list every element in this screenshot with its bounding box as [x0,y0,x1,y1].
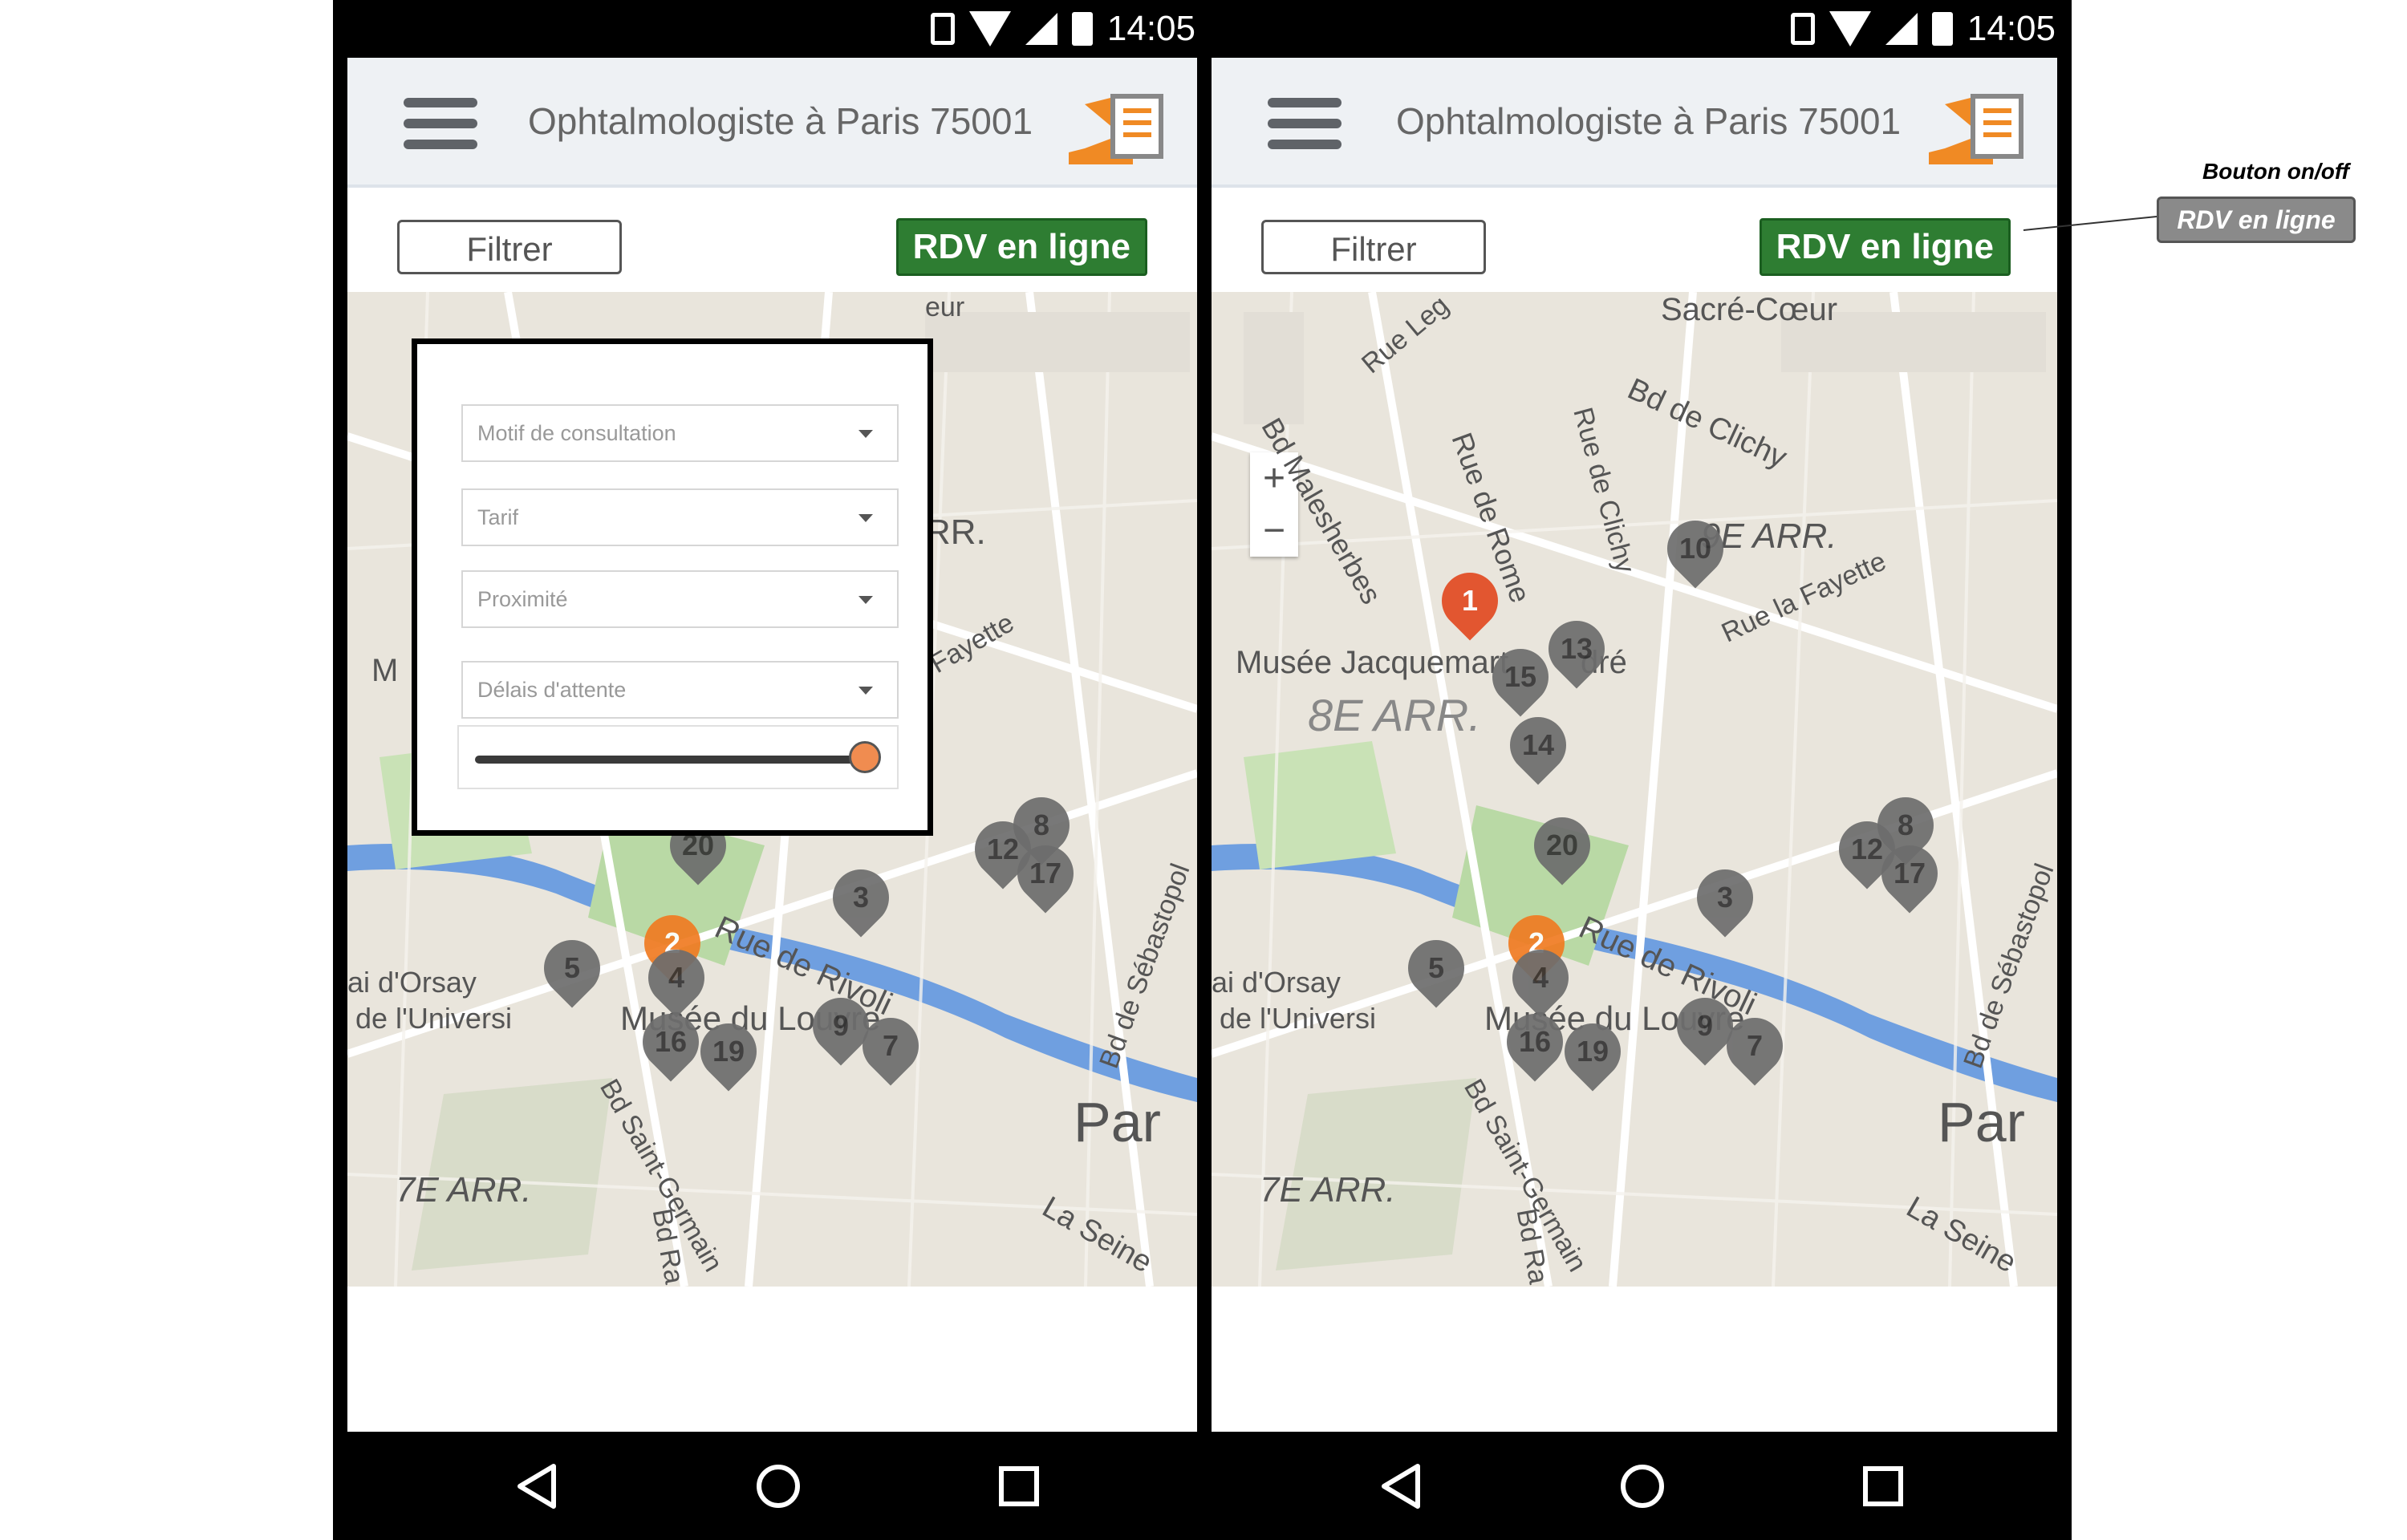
price-select[interactable]: Tarif [461,488,899,546]
waiting-time-slider[interactable] [457,725,899,789]
zoom-out-button[interactable]: − [1250,505,1298,557]
map-label: de l'Universi [355,1002,512,1035]
vibrate-icon [930,13,955,45]
filter-panel: Motif de consultation Tarif Proximité Dé… [412,338,933,836]
slider-thumb[interactable] [849,741,881,773]
map-label: Sacré-Cœur [1661,292,1838,327]
annotation-label: Bouton on/off [2202,159,2349,184]
map-pin[interactable]: 19 [1553,1011,1633,1092]
map-pin[interactable]: 3 [821,857,901,938]
back-icon[interactable] [1378,1462,1426,1510]
map-pin[interactable]: 14 [1498,705,1578,785]
wifi-icon [1829,11,1871,47]
annotation-button-sample: RDV en ligne [2157,197,2356,243]
android-nav-bar [1197,1432,2072,1540]
menu-icon[interactable] [1268,98,1342,149]
map-view[interactable]: + − Sacré-Cœur Rue Leg Bd de Clichy Rue … [1212,292,2057,1287]
recents-icon[interactable] [995,1462,1043,1510]
map-pin[interactable]: 17 [1005,833,1086,914]
map-label: de l'Universi [1220,1002,1376,1035]
signal-icon [1885,13,1918,45]
map-pin[interactable]: 17 [1869,833,1950,914]
app-screen: Ophtalmologiste à Paris 75001 Filtrer RD… [1212,58,2057,1432]
map-label: Musée Jacquemart [1236,645,1509,680]
chevron-down-icon [858,687,873,695]
filter-toolbar: Filtrer RDV en ligne [347,188,1197,292]
online-booking-toggle[interactable]: RDV en ligne [1759,218,2011,276]
consultation-reason-select[interactable]: Motif de consultation [461,404,899,462]
map-pin[interactable]: 1 [1430,561,1510,641]
menu-icon[interactable] [404,98,477,149]
online-booking-toggle[interactable]: RDV en ligne [895,218,1147,276]
map-pin[interactable]: 16 [1495,1002,1575,1082]
chevron-down-icon [858,514,873,522]
map-pin[interactable]: 4 [636,938,716,1018]
wifi-icon [968,11,1011,47]
map-pin[interactable]: 5 [1396,928,1476,1008]
back-icon[interactable] [513,1462,562,1510]
map-pin[interactable]: 10 [1655,509,1735,589]
map-pin[interactable]: 7 [1715,1006,1795,1086]
map-pin[interactable]: 4 [1500,938,1581,1018]
battery-icon [1071,12,1093,46]
map-label: 8E ARR. [1308,690,1481,740]
map-pin[interactable]: 20 [1522,805,1602,886]
home-icon[interactable] [1618,1462,1666,1510]
map-label: eur [925,292,965,322]
status-time: 14:05 [1967,9,2056,48]
filter-button[interactable]: Filtrer [1261,220,1486,274]
filter-button[interactable]: Filtrer [397,220,622,274]
map-background [1212,292,2057,1287]
map-pin[interactable]: 15 [1480,637,1561,717]
empty-area [347,1287,1197,1432]
app-logo-icon [1929,94,2023,164]
app-bar: Ophtalmologiste à Paris 75001 [1212,58,2057,188]
page-title: Ophtalmologiste à Paris 75001 [528,100,1033,142]
phone-left: 14:05 Ophtalmologiste à Paris 75001 Filt… [333,0,1212,1540]
app-logo-icon [1069,94,1163,164]
home-icon[interactable] [754,1462,802,1510]
map-label: RR. [925,513,986,552]
map-pin[interactable]: 16 [631,1002,711,1082]
signal-icon [1025,13,1057,45]
map-label: 7E ARR. [1260,1170,1396,1210]
waiting-time-select[interactable]: Délais d'attente [461,661,899,719]
phone-right: 14:05 Ophtalmologiste à Paris 75001 Filt… [1197,0,2072,1540]
vibrate-icon [1790,13,1815,45]
filter-toolbar: Filtrer RDV en ligne [1212,188,2057,292]
map-label: ai d'Orsay [347,966,477,999]
android-nav-bar [333,1432,1212,1540]
slider-track [475,756,865,764]
status-bar: 14:05 [1197,0,2072,58]
chevron-down-icon [858,596,873,604]
page-title: Ophtalmologiste à Paris 75001 [1396,100,1902,142]
map-label: 7E ARR. [396,1170,532,1210]
map-view[interactable]: eur RR. Fayette M ai d'Orsay de l'Univer… [347,292,1197,1287]
map-pin[interactable]: 5 [532,928,612,1008]
map-label: Par [1938,1091,2025,1153]
empty-area [1212,1287,2057,1432]
map-label: ai d'Orsay [1212,966,1341,999]
app-screen: Ophtalmologiste à Paris 75001 Filtrer RD… [347,58,1197,1432]
map-label: Par [1074,1091,1161,1153]
chevron-down-icon [858,430,873,438]
app-bar: Ophtalmologiste à Paris 75001 [347,58,1197,188]
map-label: M [371,653,399,688]
recents-icon[interactable] [1859,1462,1907,1510]
status-time: 14:05 [1106,9,1195,48]
map-pin[interactable]: 7 [850,1006,931,1086]
battery-icon [1931,12,1953,46]
map-pin[interactable]: 19 [688,1011,769,1092]
map-pin[interactable]: 3 [1685,857,1765,938]
proximity-select[interactable]: Proximité [461,570,899,628]
status-bar: 14:05 [333,0,1212,58]
